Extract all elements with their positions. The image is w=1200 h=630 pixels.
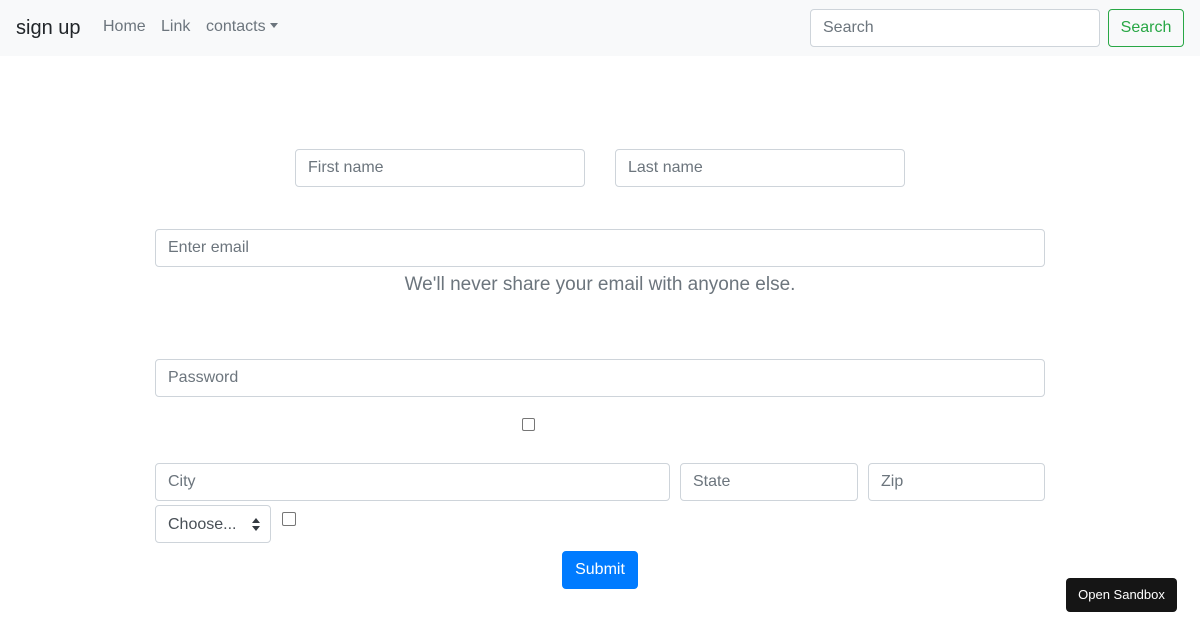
search-button[interactable]: Search [1108,9,1184,47]
city-field[interactable] [155,463,670,501]
arrow-up-icon [252,518,260,523]
submit-button[interactable]: Submit [562,551,638,589]
chevron-down-icon [269,23,278,28]
nav-link-link[interactable]: Link [161,17,190,37]
navbar: sign up Home Link contacts Search [0,0,1200,56]
choose-select[interactable]: Choose... [155,505,271,543]
nav-dropdown-contacts-label: contacts [206,18,266,35]
checkbox-2[interactable] [282,512,296,526]
choose-select-value: Choose... [168,516,237,533]
arrow-down-icon [252,526,260,531]
state-field[interactable] [680,463,858,501]
zip-field[interactable] [868,463,1045,501]
email-field[interactable] [155,229,1045,267]
nav-dropdown-contacts[interactable]: contacts [206,17,278,37]
nav-link-home[interactable]: Home [103,17,146,37]
first-name-field[interactable] [295,149,585,187]
checkbox[interactable] [522,418,535,431]
sort-arrows-icon [252,518,260,532]
open-sandbox-button[interactable]: Open Sandbox [1066,578,1177,612]
search-input[interactable] [810,9,1100,47]
password-field[interactable] [155,359,1045,397]
email-help-text: We'll never share your email with anyone… [404,274,796,295]
last-name-field[interactable] [615,149,905,187]
navbar-brand[interactable]: sign up [16,14,81,42]
